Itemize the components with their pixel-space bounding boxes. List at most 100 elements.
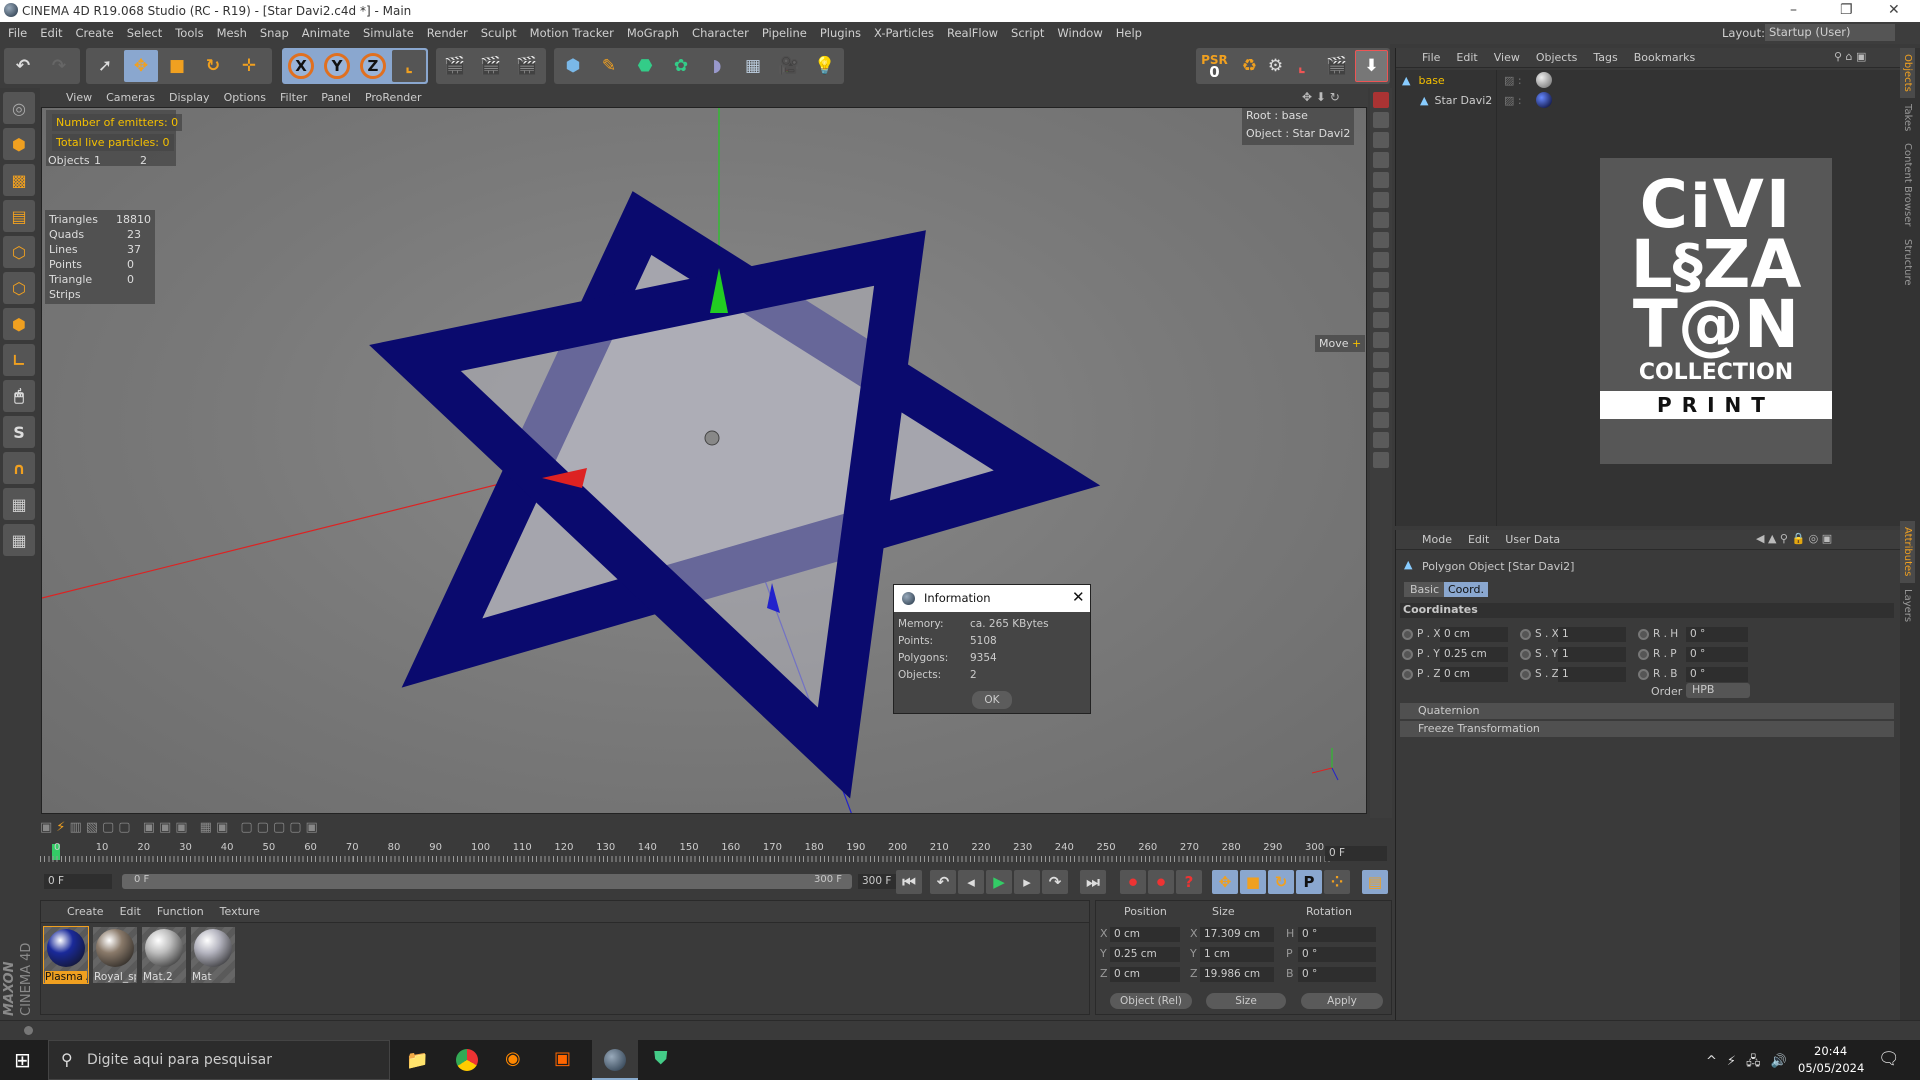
minimize-button[interactable]: –: [1790, 2, 1797, 18]
tab-structure[interactable]: Structure: [1900, 233, 1915, 292]
close-button[interactable]: ✕: [1888, 2, 1900, 18]
attr-nav-icons[interactable]: ◀ ▲ ⚲ 🔒 ◎ ▣: [1756, 532, 1832, 545]
quaternion-section[interactable]: Quaternion: [1400, 703, 1894, 719]
objects-menu-bookmarks[interactable]: Bookmarks: [1634, 51, 1695, 64]
file-explorer-icon[interactable]: 📁: [406, 1050, 428, 1071]
visibility-toggle[interactable]: ▨ :: [1504, 74, 1522, 87]
coord-value-field[interactable]: 0 °: [1298, 947, 1376, 962]
strip-icon[interactable]: [1373, 212, 1389, 228]
strip-icon[interactable]: [1373, 392, 1389, 408]
attr-menu-user-data[interactable]: User Data: [1505, 533, 1560, 546]
animate-radio[interactable]: [1638, 629, 1649, 640]
clock-time[interactable]: 20:44: [1814, 1044, 1847, 1058]
psr-button[interactable]: PSR 0: [1198, 50, 1231, 82]
strip-icon[interactable]: [1373, 192, 1389, 208]
viewport-menu-prorender[interactable]: ProRender: [365, 91, 422, 104]
taskbar-search-placeholder[interactable]: Digite aqui para pesquisar: [87, 1052, 272, 1068]
gear-icon[interactable]: ⚙: [1268, 50, 1283, 82]
menu-character[interactable]: Character: [692, 26, 749, 40]
keyframe-selection-button[interactable]: ?: [1176, 870, 1202, 894]
strip-icon[interactable]: [1373, 132, 1389, 148]
timeline-window-button[interactable]: ▤: [1362, 870, 1388, 894]
attr-field-input[interactable]: 0.25 cm: [1440, 647, 1508, 662]
strip-icon[interactable]: [1373, 332, 1389, 348]
notifications-icon[interactable]: 🗨: [1878, 1049, 1900, 1069]
tab-attributes[interactable]: Attributes: [1900, 521, 1915, 583]
viewport-menu-panel[interactable]: Panel: [321, 91, 351, 104]
strip-icon[interactable]: [1373, 352, 1389, 368]
deformer-icon[interactable]: ◗: [700, 50, 734, 82]
clapper-icon[interactable]: 🎬: [1320, 50, 1353, 82]
snap-icon[interactable]: S: [3, 416, 35, 448]
tab-objects[interactable]: Objects: [1900, 48, 1915, 98]
mat-menu-function[interactable]: Function: [157, 905, 204, 918]
windows-start-icon[interactable]: ⊞: [14, 1048, 31, 1072]
edges-mode-icon[interactable]: ⬡: [3, 272, 35, 304]
strip-icon[interactable]: [1373, 152, 1389, 168]
viewport-menu-view[interactable]: View: [66, 91, 92, 104]
apply-button[interactable]: Apply: [1301, 993, 1383, 1009]
strip-icon[interactable]: [1373, 232, 1389, 248]
coord-value-field[interactable]: 0 °: [1298, 927, 1376, 942]
viewport-menu-cameras[interactable]: Cameras: [106, 91, 155, 104]
viewport-menu-filter[interactable]: Filter: [280, 91, 307, 104]
polygons-mode-icon[interactable]: ⬢: [3, 308, 35, 340]
select-cursor-icon[interactable]: ➚: [88, 50, 122, 82]
redo-icon[interactable]: ↷: [42, 50, 76, 82]
next-key-button[interactable]: ↷: [1042, 870, 1068, 894]
axis-mode-icon[interactable]: ∟: [3, 344, 35, 376]
coordinate-mode-dropdown[interactable]: Object (Rel): [1110, 993, 1192, 1009]
menu-script[interactable]: Script: [1011, 26, 1044, 40]
objects-menu-objects[interactable]: Objects: [1536, 51, 1578, 64]
tab-content-browser[interactable]: Content Browser: [1900, 137, 1915, 232]
attr-field-input[interactable]: 0 cm: [1440, 627, 1508, 642]
make-editable-icon[interactable]: ◎: [3, 92, 35, 124]
chrome-icon[interactable]: [456, 1049, 478, 1071]
coord-value-field[interactable]: 0 cm: [1110, 927, 1180, 942]
coord-value-field[interactable]: 0 cm: [1110, 967, 1180, 982]
model-mode-icon[interactable]: ⬢: [3, 128, 35, 160]
objects-menu-edit[interactable]: Edit: [1456, 51, 1477, 64]
material-swatch[interactable]: Mat: [191, 927, 235, 983]
menu-pipeline[interactable]: Pipeline: [762, 26, 807, 40]
object-name[interactable]: base: [1418, 74, 1444, 87]
coord-value-field[interactable]: 0 °: [1298, 967, 1376, 982]
light-icon[interactable]: 💡: [808, 50, 842, 82]
dialog-ok-button[interactable]: OK: [972, 691, 1012, 709]
menu-realflow[interactable]: RealFlow: [947, 26, 998, 40]
mat-menu-create[interactable]: Create: [67, 905, 104, 918]
z-axis-lock-button[interactable]: Z: [360, 53, 386, 79]
tab-layers[interactable]: Layers: [1900, 583, 1915, 628]
next-frame-button[interactable]: ▸: [1014, 870, 1040, 894]
rotate-tool-icon[interactable]: ↻: [196, 50, 230, 82]
animate-radio[interactable]: [1402, 649, 1413, 660]
attr-menu-mode[interactable]: Mode: [1422, 533, 1452, 546]
viewport-menu-display[interactable]: Display: [169, 91, 210, 104]
key-pla-button[interactable]: ⁘: [1324, 870, 1350, 894]
pen-spline-icon[interactable]: ✎: [592, 50, 626, 82]
attr-field-input[interactable]: 0 °: [1686, 627, 1748, 642]
key-rotation-button[interactable]: ↻: [1268, 870, 1294, 894]
menu-window[interactable]: Window: [1057, 26, 1102, 40]
coord-value-field[interactable]: 1 cm: [1200, 947, 1274, 962]
material-tag-icon[interactable]: [1536, 92, 1552, 108]
range-slider[interactable]: 0 F 300 F: [122, 874, 852, 889]
animate-radio[interactable]: [1520, 629, 1531, 640]
menu-create[interactable]: Create: [76, 26, 114, 40]
material-tag-icon[interactable]: [1536, 72, 1552, 88]
objects-menu-tags[interactable]: Tags: [1593, 51, 1617, 64]
x-axis-lock-button[interactable]: X: [288, 53, 314, 79]
render-picture-viewer-icon[interactable]: 🎬: [474, 50, 508, 82]
material-swatch[interactable]: Plasma A: [43, 926, 89, 984]
tab-coord[interactable]: Coord.: [1444, 582, 1488, 597]
animate-radio[interactable]: [1402, 629, 1413, 640]
menu-mograph[interactable]: MoGraph: [627, 26, 679, 40]
material-swatch[interactable]: Mat.2: [142, 927, 186, 983]
viewport-menu-options[interactable]: Options: [224, 91, 266, 104]
undo-icon[interactable]: ↶: [6, 50, 40, 82]
attr-field-input[interactable]: 0 °: [1686, 667, 1748, 682]
visibility-toggle[interactable]: ▨ :: [1504, 94, 1522, 107]
record-keys-button[interactable]: ⏺: [1120, 870, 1146, 894]
freeze-transformation-section[interactable]: Freeze Transformation: [1400, 721, 1894, 737]
key-position-button[interactable]: ✥: [1212, 870, 1238, 894]
